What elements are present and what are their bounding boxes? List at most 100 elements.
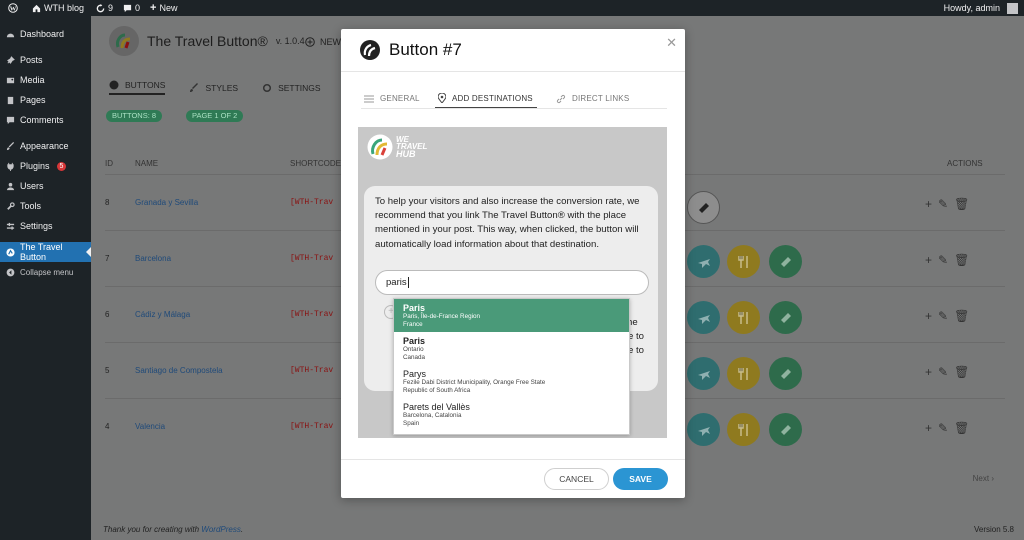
travel-button-icon [109,80,119,90]
suggestion-item[interactable]: Paris Ontario Canada [394,332,629,365]
add-icon[interactable]: + [925,365,932,379]
sidebar-item-tools[interactable]: Tools [0,196,91,216]
site-name-link[interactable]: WTH blog [32,0,84,16]
updates-link[interactable]: 9 [96,0,113,16]
sidebar-item-plugins[interactable]: Plugins 5 [0,156,91,176]
sidebar-item-dashboard[interactable]: Dashboard [0,24,91,44]
row-name-link[interactable]: Barcelona [135,254,290,263]
edit-icon[interactable]: ✎ [938,253,948,267]
close-icon[interactable]: ✕ [666,35,677,51]
add-circle-icon [305,37,315,47]
plugin-version: v. 1.0.4 [275,36,305,46]
sidebar-item-comments[interactable]: Comments [0,110,91,130]
sidebar-item-appearance[interactable]: Appearance [0,136,91,156]
my-account-link[interactable]: Howdy, admin [944,0,1018,16]
sidebar-item-pages[interactable]: Pages [0,90,91,110]
modal-header: Button #7 [341,29,685,72]
row-id: 8 [105,198,110,207]
suggestion-country: Spain [403,419,420,427]
updates-icon [96,3,105,12]
cancel-button[interactable]: CANCEL [544,468,609,490]
sidebar-item-label: Collapse menu [20,267,74,277]
ticket-button-preview-icon [769,245,802,278]
howdy-text: Howdy, admin [943,3,1000,13]
travel-button-icon [6,247,15,257]
sidebar-item-label: Pages [20,95,46,105]
buttons-count-badge: BUTTONS: 8 [106,110,163,122]
edit-icon[interactable]: ✎ [938,365,948,379]
sidebar-collapse-menu[interactable]: Collapse menu [0,262,91,282]
edit-icon[interactable]: ✎ [938,197,948,211]
add-icon[interactable]: + [925,197,932,211]
comments-link[interactable]: 0 [123,0,140,16]
trash-icon[interactable]: 🗑 [954,421,969,435]
row-actions: + ✎ 🗑 [925,309,969,323]
row-name-link[interactable]: Santiago de Compostela [135,366,290,375]
wordpress-logo-icon[interactable]: W [8,0,18,16]
suggestion-country: Canada [403,353,426,361]
plane-button-preview-icon [687,357,720,390]
trash-icon[interactable]: 🗑 [954,197,969,211]
we-travel-hub-logo-icon [367,134,393,160]
trash-icon[interactable]: 🗑 [954,365,969,379]
sidebar-item-settings[interactable]: Settings [0,216,91,236]
save-button[interactable]: SAVE [613,468,668,490]
tab-add-destinations[interactable]: ADD DESTINATIONS [435,89,537,108]
new-button[interactable]: NEW [305,37,341,47]
plugins-update-badge: 5 [56,161,67,171]
home-icon [32,4,41,12]
row-name-link[interactable]: Cádiz y Málaga [135,310,290,319]
ticket-button-preview-icon [769,357,802,390]
tab-settings[interactable]: SETTINGS [262,80,321,95]
settings-icon [6,222,15,231]
column-id: ID [105,158,113,168]
modal-footer-divider [341,459,685,460]
sidebar-item-media[interactable]: Media [0,70,91,90]
row-name-link[interactable]: Valencia [135,422,290,431]
add-icon[interactable]: + [925,253,932,267]
row-id: 6 [105,310,110,319]
sidebar-item-label: Plugins [20,161,50,171]
wordpress-link[interactable]: WordPress [201,525,241,534]
gear-icon [263,83,272,92]
add-icon[interactable]: + [925,309,932,323]
row-shortcode: [WTH-Trav [290,198,334,207]
sidebar-item-posts[interactable]: Posts [0,50,91,70]
row-id: 4 [105,422,110,431]
row-shortcode: [WTH-Trav [290,422,334,431]
plugin-logo-icon [360,40,380,60]
suggestion-country: Republic of South Africa [403,386,471,394]
we-travel-hub-logo: WE TRAVEL HUB [367,134,427,160]
row-actions: + ✎ 🗑 [925,253,969,267]
page-indicator-badge: PAGE 1 OF 2 [186,110,244,122]
sidebar-item-users[interactable]: Users [0,176,91,196]
suggestion-region: Paris, Île-de-France Region [403,313,480,320]
sidebar-item-label: Media [20,75,45,85]
tab-styles[interactable]: STYLES [189,80,238,95]
tab-buttons[interactable]: BUTTONS [109,80,166,95]
suggestion-item[interactable]: Parys Fezile Dabi District Municipality,… [394,365,629,398]
sidebar-item-the-travel-button[interactable]: The Travel Button [0,242,91,262]
next-page-link[interactable]: Next › [973,474,994,483]
wrench-icon [6,201,15,211]
tab-general[interactable]: GENERAL [361,89,435,108]
edit-icon[interactable]: ✎ [938,309,948,323]
destination-search-input[interactable]: paris [375,270,649,295]
ticket-button-preview-icon [687,191,720,224]
edit-icon[interactable]: ✎ [938,421,948,435]
suggestion-item[interactable]: Parets del Vallès Barcelona, Catalonia S… [394,398,629,431]
tab-direct-links[interactable]: DIRECT LINKS [553,89,632,108]
plugin-tabs: BUTTONS STYLES SETTINGS [109,80,321,95]
new-label: New [159,3,178,13]
suggestion-name: Parys [403,369,427,379]
suggestion-item[interactable]: Paris Paris, Île-de-France Region France [394,299,629,332]
trash-icon[interactable]: 🗑 [954,309,969,323]
plugin-logo-icon [109,26,139,56]
media-icon [6,76,15,85]
new-content-link[interactable]: + New [150,0,177,16]
suggestion-name: Parets del Vallès [403,402,470,412]
suggestion-region: Ontario [403,346,424,353]
add-icon[interactable]: + [925,421,932,435]
trash-icon[interactable]: 🗑 [954,253,969,267]
row-name-link[interactable]: Granada y Sevilla [135,198,290,207]
